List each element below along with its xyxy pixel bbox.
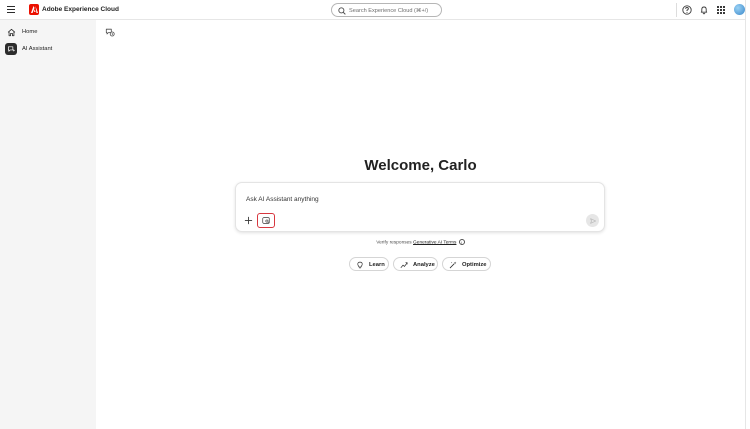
welcome-heading: Welcome, Carlo: [364, 157, 477, 174]
sidebar-item-label: Home: [22, 28, 38, 35]
conversation-history-icon[interactable]: [105, 27, 115, 37]
add-context-button[interactable]: [257, 213, 275, 228]
search-input[interactable]: [349, 6, 437, 15]
home-icon: [5, 26, 17, 38]
sidebar-item-home[interactable]: Home: [3, 25, 93, 39]
send-icon: [590, 217, 596, 224]
toolbar-divider: [676, 3, 677, 17]
app-title[interactable]: Adobe Experience Cloud: [42, 6, 119, 13]
ai-assistant-icon: [5, 43, 17, 55]
suggestion-label: Optimize: [462, 261, 487, 268]
prompt-box: [235, 182, 605, 232]
add-icon[interactable]: [244, 216, 253, 225]
generative-ai-terms-link[interactable]: Generative AI Terms: [413, 240, 456, 245]
verify-text: Verify responses: [376, 240, 412, 246]
info-icon[interactable]: i: [458, 239, 465, 245]
prompt-input[interactable]: [246, 194, 576, 204]
menu-icon[interactable]: [7, 6, 15, 14]
bell-icon[interactable]: [699, 5, 709, 15]
help-icon[interactable]: [682, 5, 692, 15]
suggestion-analyze-button[interactable]: Analyze: [393, 257, 438, 271]
search-bar[interactable]: [331, 3, 442, 17]
sidebar-item-label: AI Assistant: [22, 45, 53, 52]
adobe-logo-icon[interactable]: [29, 4, 39, 15]
window-edge: [745, 0, 750, 429]
suggestion-label: Learn: [369, 261, 385, 268]
suggestion-learn-button[interactable]: Learn: [349, 257, 389, 271]
lightbulb-icon: [357, 261, 363, 268]
context-icon: [261, 216, 270, 224]
app-grid-icon[interactable]: [716, 5, 726, 15]
main-content: Welcome, Carlo Verify responses Generati…: [96, 20, 745, 429]
trend-line-icon: [400, 261, 408, 268]
sidebar-item-ai-assistant[interactable]: AI Assistant: [3, 42, 93, 56]
suggestion-optimize-button[interactable]: Optimize: [442, 257, 491, 271]
suggestion-label: Analyze: [413, 261, 435, 268]
magic-wand-icon: [449, 261, 457, 268]
avatar[interactable]: [734, 4, 745, 15]
search-icon: [338, 6, 346, 15]
sidebar: Home AI Assistant: [0, 20, 96, 429]
top-bar: Adobe Experience Cloud: [0, 0, 745, 20]
disclaimer: Verify responses Generative AI Terms i: [96, 239, 745, 245]
send-button[interactable]: [586, 214, 599, 227]
